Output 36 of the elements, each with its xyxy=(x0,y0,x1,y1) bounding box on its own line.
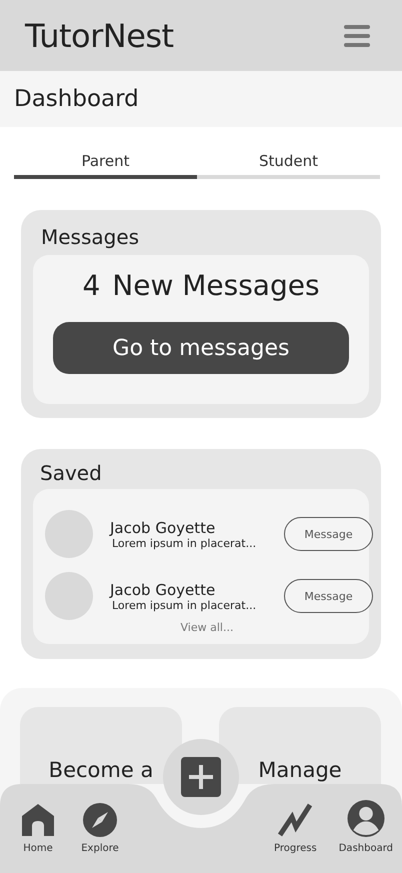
nav-label: Home xyxy=(23,843,53,854)
action-tile[interactable]: Become a xyxy=(20,707,182,784)
home-icon xyxy=(21,803,55,837)
user-icon xyxy=(346,800,385,837)
action-tile[interactable]: Manage xyxy=(219,707,381,784)
message-summary: New Messages xyxy=(112,269,320,302)
go-to-messages-button[interactable]: Go to messages xyxy=(53,322,349,374)
avatar xyxy=(45,572,93,620)
tab[interactable]: Parent xyxy=(14,152,197,179)
tile-label: Manage xyxy=(258,757,342,784)
message-button[interactable]: Message xyxy=(284,579,373,613)
view-all-link[interactable]: View all... xyxy=(180,621,234,634)
card-title: Messages xyxy=(40,224,140,251)
compass-icon xyxy=(83,803,117,837)
trend-line-icon xyxy=(278,803,312,837)
nav-item[interactable]: Home xyxy=(18,800,58,854)
menu-icon[interactable] xyxy=(344,24,370,48)
contact-name: Jacob Goyette xyxy=(110,580,216,598)
nav-item[interactable]: Explore xyxy=(80,800,120,854)
card-title: Saved xyxy=(39,460,103,487)
tile-label: Become a xyxy=(48,757,154,784)
message-count: 4 xyxy=(82,269,100,302)
message-snippet: Lorem ipsum in placerat... xyxy=(112,598,258,612)
plus-icon xyxy=(181,757,221,797)
contact-name: Jacob Goyette xyxy=(110,518,216,536)
page-title: Dashboard xyxy=(14,86,139,112)
avatar xyxy=(45,510,93,558)
tab[interactable]: Student xyxy=(197,152,380,179)
message-button[interactable]: Message xyxy=(284,517,373,551)
message-snippet: Lorem ipsum in placerat... xyxy=(112,536,258,550)
nav-item[interactable]: Progress xyxy=(274,800,317,854)
nav-label: Progress xyxy=(274,843,317,854)
nav-label: Explore xyxy=(81,843,119,854)
nav-item[interactable]: Dashboard xyxy=(338,800,393,854)
nav-label: Dashboard xyxy=(338,843,393,854)
app-title: TutorNest xyxy=(25,16,174,54)
